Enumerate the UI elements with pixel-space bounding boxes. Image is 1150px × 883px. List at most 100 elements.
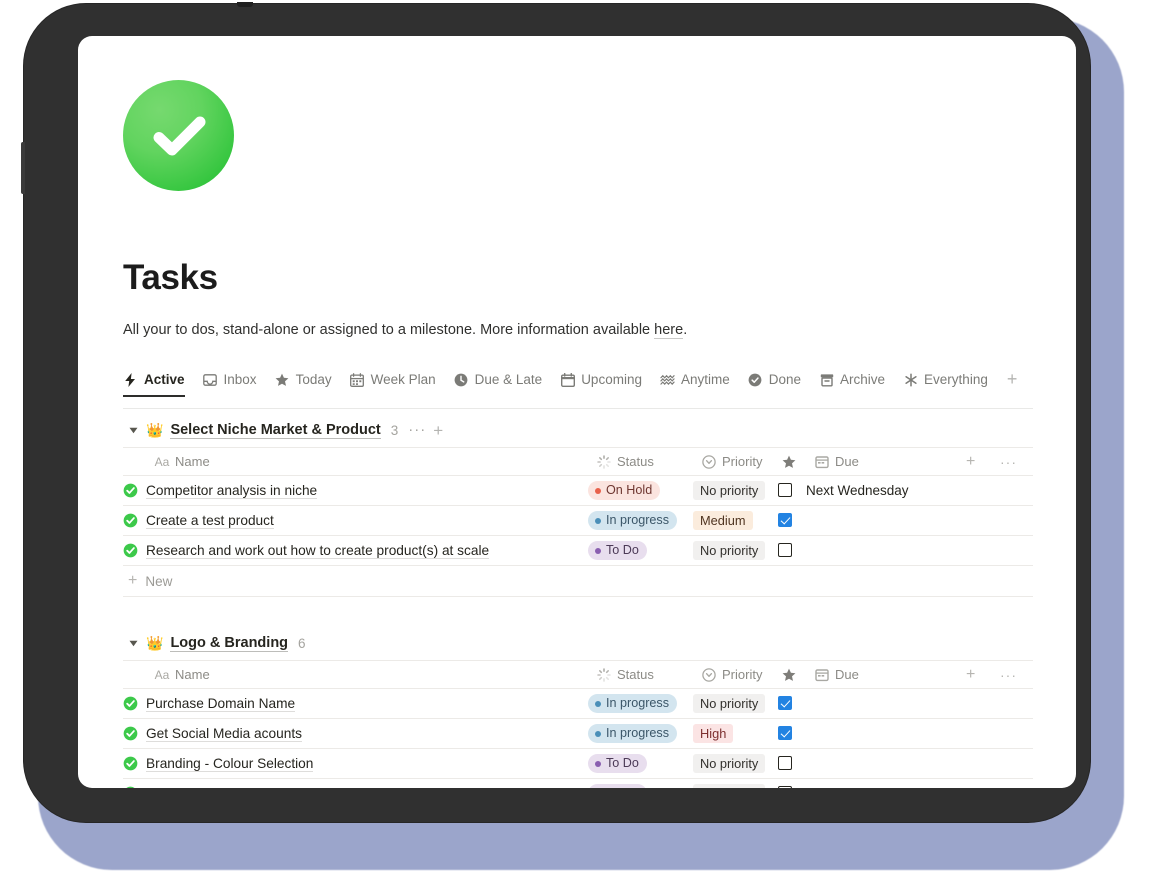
status-badge[interactable]: To Do <box>588 541 647 561</box>
task-name[interactable]: Branding - Style Selection <box>146 786 304 789</box>
task-flag-cell[interactable] <box>778 505 806 536</box>
priority-badge[interactable]: Medium <box>693 511 753 530</box>
table-options-button[interactable]: ··· <box>1000 660 1033 689</box>
status-badge[interactable]: In progress <box>588 694 677 714</box>
status-badge[interactable]: To Do <box>588 754 647 774</box>
task-priority-cell[interactable]: No priority <box>693 535 778 566</box>
column-header-priority[interactable]: Priority <box>693 660 778 689</box>
tab-due-late[interactable]: Due & Late <box>445 372 552 396</box>
tab-archive[interactable]: Archive <box>810 372 894 396</box>
status-badge[interactable]: On Hold <box>588 481 661 501</box>
task-status-cell[interactable]: To Do <box>588 778 693 788</box>
task-name[interactable]: Competitor analysis in niche <box>146 483 318 499</box>
column-header-name[interactable]: Aa Name <box>123 660 588 689</box>
task-flag-cell[interactable] <box>778 778 806 788</box>
tab-today[interactable]: Today <box>266 372 341 396</box>
task-status-cell[interactable]: To Do <box>588 748 693 779</box>
group-title[interactable]: Select Niche Market & Product <box>170 422 381 439</box>
column-header-status[interactable]: Status <box>588 660 693 689</box>
task-status-check-icon[interactable] <box>123 543 138 558</box>
table-row[interactable]: Competitor analysis in niche On Hold No pr… <box>123 475 1033 506</box>
task-due-cell[interactable] <box>806 688 966 719</box>
task-checkbox[interactable] <box>778 786 792 788</box>
add-view-button[interactable]: + <box>997 370 1024 396</box>
task-flag-cell[interactable] <box>778 475 806 506</box>
group-add-task-button[interactable]: + <box>433 422 443 439</box>
tab-inbox[interactable]: Inbox <box>194 372 266 396</box>
task-name-cell[interactable]: Research and work out how to create prod… <box>123 535 588 566</box>
priority-badge[interactable]: No priority <box>693 481 766 500</box>
table-row[interactable]: Create a test product In progress Medium <box>123 505 1033 536</box>
add-column-button[interactable]: + <box>966 660 1000 689</box>
task-name-cell[interactable]: Competitor analysis in niche <box>123 475 588 506</box>
task-status-check-icon[interactable] <box>123 483 138 498</box>
task-due-cell[interactable]: Next Wednesday <box>806 475 966 506</box>
task-status-check-icon[interactable] <box>123 726 138 741</box>
task-name[interactable]: Research and work out how to create prod… <box>146 543 490 559</box>
tab-everything[interactable]: Everything <box>894 372 997 396</box>
task-due-cell[interactable] <box>806 718 966 749</box>
task-name[interactable]: Get Social Media acounts <box>146 726 302 742</box>
task-status-cell[interactable]: On Hold <box>588 475 693 506</box>
task-priority-cell[interactable]: High <box>693 718 778 749</box>
task-checkbox[interactable] <box>778 696 792 711</box>
task-name[interactable]: Purchase Domain Name <box>146 696 296 712</box>
task-status-cell[interactable]: In progress <box>588 718 693 749</box>
table-row[interactable]: Branding - Colour Selection To Do No prior… <box>123 748 1033 779</box>
tab-week-plan[interactable]: Week Plan <box>341 372 445 396</box>
table-row[interactable]: Purchase Domain Name In progress No priori… <box>123 688 1033 719</box>
task-priority-cell[interactable]: No priority <box>693 475 778 506</box>
more-information-link[interactable]: here <box>654 322 684 339</box>
task-name-cell[interactable]: Branding - Colour Selection <box>123 748 588 779</box>
task-due-cell[interactable] <box>806 535 966 566</box>
priority-badge[interactable]: No priority <box>693 754 766 773</box>
status-badge[interactable]: In progress <box>588 511 677 531</box>
status-badge[interactable]: To Do <box>588 784 647 788</box>
task-status-cell[interactable]: In progress <box>588 688 693 719</box>
column-header-due[interactable]: Due <box>806 447 966 476</box>
task-name-cell[interactable]: Get Social Media acounts <box>123 718 588 749</box>
task-flag-cell[interactable] <box>778 718 806 749</box>
group-options-button[interactable]: ··· <box>408 422 426 437</box>
task-status-cell[interactable]: In progress <box>588 505 693 536</box>
task-flag-cell[interactable] <box>778 535 806 566</box>
column-header-priority[interactable]: Priority <box>693 447 778 476</box>
task-status-check-icon[interactable] <box>123 786 138 788</box>
task-checkbox[interactable] <box>778 543 792 558</box>
priority-badge[interactable]: No priority <box>693 694 766 713</box>
task-name-cell[interactable]: Create a test product <box>123 505 588 536</box>
task-status-check-icon[interactable] <box>123 756 138 771</box>
priority-badge[interactable]: No priority <box>693 541 766 560</box>
table-row[interactable]: Get Social Media acounts In progress High <box>123 718 1033 749</box>
task-due-cell[interactable] <box>806 778 966 788</box>
task-name-cell[interactable]: Purchase Domain Name <box>123 688 588 719</box>
tab-anytime[interactable]: Anytime <box>651 372 739 396</box>
column-header-name[interactable]: Aa Name <box>123 447 588 476</box>
task-checkbox[interactable] <box>778 756 792 771</box>
tab-done[interactable]: Done <box>739 372 810 396</box>
add-column-button[interactable]: + <box>966 447 1000 476</box>
column-header-status[interactable]: Status <box>588 447 693 476</box>
task-status-check-icon[interactable] <box>123 513 138 528</box>
column-header-star[interactable] <box>778 447 806 476</box>
task-name[interactable]: Create a test product <box>146 513 274 529</box>
table-row[interactable]: Branding - Style Selection To Do No priori… <box>123 778 1033 789</box>
task-flag-cell[interactable] <box>778 748 806 779</box>
group-title[interactable]: Logo & Branding <box>170 635 289 652</box>
task-due-cell[interactable] <box>806 505 966 536</box>
column-header-due[interactable]: Due <box>806 660 966 689</box>
new-task-row[interactable]: + New <box>123 566 1033 597</box>
collapse-toggle-icon[interactable] <box>128 425 139 436</box>
status-badge[interactable]: In progress <box>588 724 677 744</box>
table-row[interactable]: Research and work out how to create prod… <box>123 535 1033 566</box>
task-checkbox[interactable] <box>778 513 792 528</box>
task-status-cell[interactable]: To Do <box>588 535 693 566</box>
priority-badge[interactable]: High <box>693 724 734 743</box>
task-checkbox[interactable] <box>778 726 792 741</box>
task-status-check-icon[interactable] <box>123 696 138 711</box>
priority-badge[interactable]: No priority <box>693 784 766 788</box>
task-due-cell[interactable] <box>806 748 966 779</box>
collapse-toggle-icon[interactable] <box>128 638 139 649</box>
task-priority-cell[interactable]: Medium <box>693 505 778 536</box>
table-options-button[interactable]: ··· <box>1000 447 1033 476</box>
